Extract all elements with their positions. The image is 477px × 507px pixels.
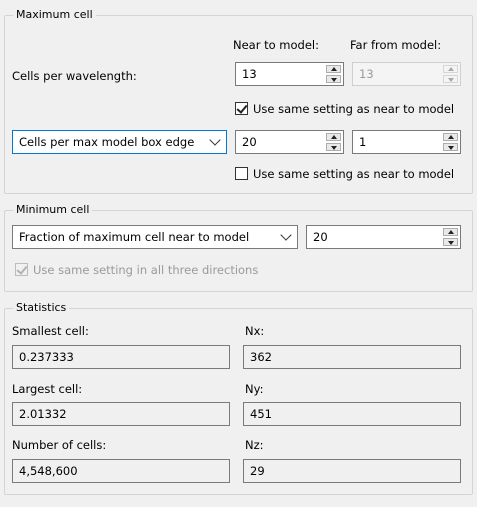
same-all-directions-label: Use same setting in all three directions	[33, 263, 259, 277]
nz-label: Nz:	[245, 438, 264, 452]
largest-cell-value: 2.01332	[19, 407, 67, 421]
nx-label: Nx:	[245, 324, 265, 338]
use-same-near-checkbox-2[interactable]	[235, 167, 248, 180]
cell-size-method-value: Cells per max model box edge	[19, 135, 195, 149]
maximum-cell-legend: Maximum cell	[13, 8, 96, 22]
box-edge-far-value[interactable]: 1	[359, 135, 366, 149]
cells-per-wavelength-near-value[interactable]: 13	[242, 67, 257, 81]
cells-per-wavelength-far-value: 13	[359, 67, 374, 81]
statistics-legend: Statistics	[13, 301, 70, 315]
chevron-down-icon[interactable]	[209, 134, 221, 146]
number-of-cells-field: 4,548,600	[12, 459, 230, 483]
spin-up-icon[interactable]	[326, 65, 341, 73]
minimum-cell-method-select[interactable]: Fraction of maximum cell near to model	[12, 225, 298, 249]
smallest-cell-label: Smallest cell:	[12, 324, 89, 338]
nz-value: 29	[250, 464, 265, 478]
cell-size-method-select[interactable]: Cells per max model box edge	[12, 130, 227, 154]
number-of-cells-label: Number of cells:	[12, 438, 107, 452]
spin-down-icon[interactable]	[326, 75, 341, 83]
box-edge-near-value[interactable]: 20	[242, 135, 257, 149]
spin-up-icon[interactable]	[443, 133, 458, 141]
box-edge-far-spinner[interactable]: 1	[352, 130, 461, 154]
largest-cell-label: Largest cell:	[12, 382, 83, 396]
spin-up-icon[interactable]	[326, 133, 341, 141]
box-edge-near-spinner[interactable]: 20	[235, 130, 344, 154]
spin-down-icon	[443, 75, 458, 83]
ny-field: 451	[243, 402, 461, 426]
near-to-model-header: Near to model:	[233, 38, 319, 52]
far-from-model-header: Far from model:	[350, 38, 442, 52]
minimum-cell-spinner[interactable]: 20	[306, 225, 461, 249]
spin-down-icon[interactable]	[443, 143, 458, 151]
number-of-cells-value: 4,548,600	[19, 464, 78, 478]
cells-per-wavelength-far-spinner: 13	[352, 62, 461, 86]
same-all-directions-checkbox	[15, 263, 28, 276]
cells-per-wavelength-label: Cells per wavelength:	[12, 69, 137, 83]
minimum-cell-method-value: Fraction of maximum cell near to model	[19, 230, 250, 244]
nz-field: 29	[243, 459, 461, 483]
spin-down-icon[interactable]	[443, 238, 458, 246]
smallest-cell-field: 0.237333	[12, 345, 230, 369]
minimum-cell-legend: Minimum cell	[13, 203, 93, 217]
nx-value: 362	[250, 350, 272, 364]
cells-per-wavelength-near-spinner[interactable]: 13	[235, 62, 344, 86]
spin-down-icon[interactable]	[326, 143, 341, 151]
checkmark-icon	[16, 263, 28, 275]
spin-up-icon[interactable]	[443, 228, 458, 236]
ny-label: Ny:	[245, 382, 264, 396]
largest-cell-field: 2.01332	[12, 402, 230, 426]
use-same-near-label-2[interactable]: Use same setting as near to model	[253, 167, 454, 181]
minimum-cell-group: Minimum cell	[4, 203, 473, 292]
chevron-down-icon[interactable]	[280, 229, 292, 241]
spin-up-icon	[443, 65, 458, 73]
smallest-cell-value: 0.237333	[19, 350, 74, 364]
minimum-cell-value[interactable]: 20	[313, 230, 328, 244]
use-same-near-label-1[interactable]: Use same setting as near to model	[253, 102, 454, 116]
nx-field: 362	[243, 345, 461, 369]
checkmark-icon	[236, 102, 248, 114]
use-same-near-checkbox-1[interactable]	[235, 102, 248, 115]
ny-value: 451	[250, 407, 272, 421]
